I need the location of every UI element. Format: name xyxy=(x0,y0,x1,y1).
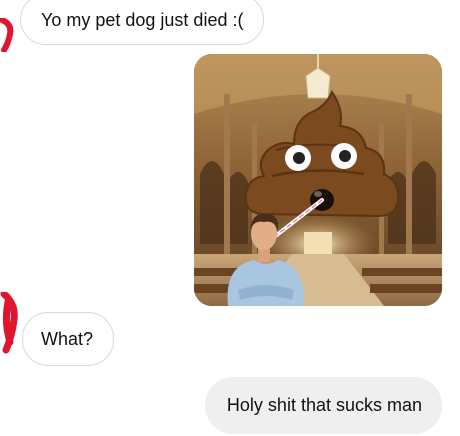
message-image[interactable] xyxy=(194,54,442,306)
message-bubble-incoming[interactable]: Yo my pet dog just died :( xyxy=(20,0,265,45)
poop-emoji-church-meme-image xyxy=(194,54,442,306)
chat-thread: Yo my pet dog just died :(What? Holy sh… xyxy=(0,0,460,436)
message-bubble-incoming[interactable]: What? xyxy=(22,312,115,366)
red-scribble-bottom xyxy=(0,292,18,354)
message-bubble-outgoing[interactable]: Holy shit that sucks man xyxy=(204,377,442,434)
message-text: Yo my pet dog just died :( xyxy=(41,10,244,30)
red-scribble-top xyxy=(0,18,14,52)
message-text: What? xyxy=(41,329,94,349)
message-text: Holy shit that sucks man xyxy=(226,395,422,415)
